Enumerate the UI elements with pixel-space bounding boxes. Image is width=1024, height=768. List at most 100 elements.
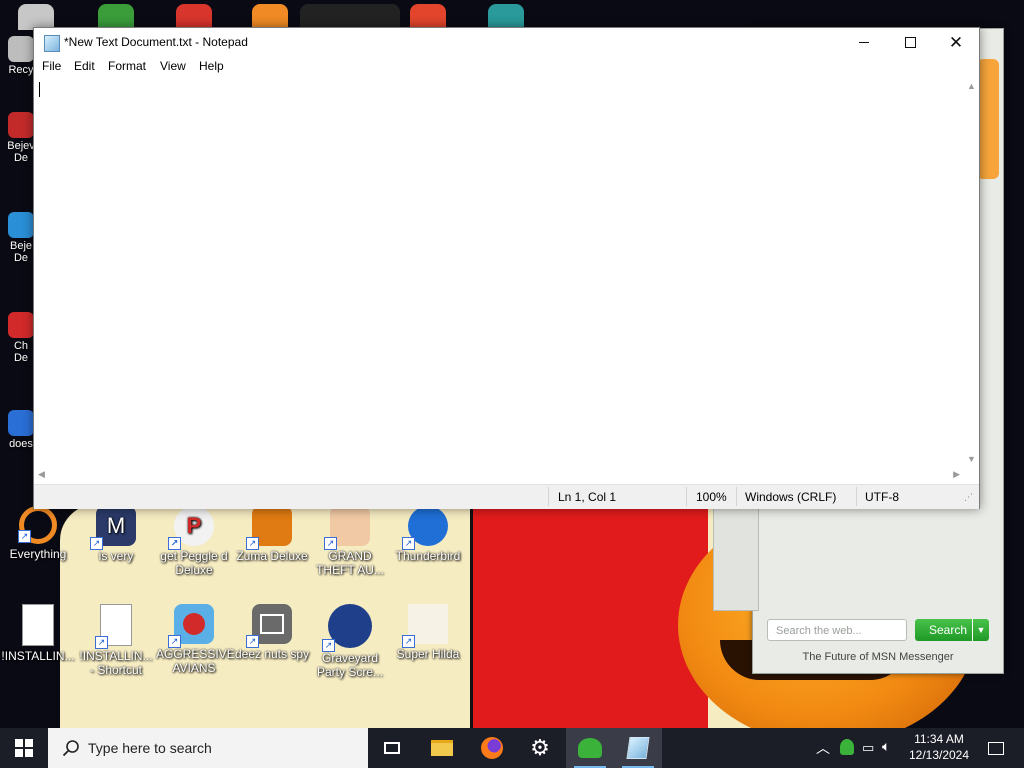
desktop-icon-graveyard-party[interactable]: ↗ Graveyard Party Scre...	[312, 604, 388, 679]
window-title: *New Text Document.txt - Notepad	[64, 35, 248, 49]
desktop-icon-super-hilda[interactable]: ↗ Super Hilda	[390, 604, 466, 661]
zuma-icon: ↗	[246, 506, 292, 550]
taskbar-firefox[interactable]	[468, 728, 516, 768]
search-icon	[62, 740, 79, 757]
chevron-up-icon[interactable]: ︿	[816, 738, 830, 758]
scroll-up-icon[interactable]: ▲	[964, 81, 979, 91]
desktop-icon-deez-nuts-spy[interactable]: ↗ deez nuts spy	[234, 604, 310, 661]
desktop-icon-installin-shortcut[interactable]: ↗ !INSTALLIN... - Shortcut	[78, 604, 154, 677]
msn-search-input[interactable]: Search the web...	[767, 619, 907, 641]
desktop-icon-recycle-bin[interactable]: Recy	[6, 36, 36, 76]
desktop-icon-does[interactable]: does	[6, 410, 36, 450]
chevron-down-icon[interactable]: ▼	[972, 619, 989, 641]
close-button[interactable]: ✕	[933, 28, 979, 57]
desktop-icon-peggle[interactable]: P ↗ get Peggle d Deluxe	[156, 506, 232, 577]
scroll-down-icon[interactable]: ▼	[964, 454, 979, 464]
status-line-ending: Windows (CRLF)	[745, 490, 837, 504]
status-divider	[736, 487, 737, 506]
shortcut-arrow-icon: ↗	[95, 636, 108, 649]
msn-search-button[interactable]: Search ▼	[915, 619, 989, 641]
taskbar-task-view[interactable]	[368, 728, 416, 768]
desktop-icon-label: Super Hilda	[396, 647, 460, 661]
desktop-icon-zuma[interactable]: ↗ Zuma Deluxe	[234, 506, 310, 563]
task-view-icon	[384, 742, 400, 754]
title-bar[interactable]: *New Text Document.txt - Notepad ✕	[34, 28, 979, 57]
menu-edit[interactable]: Edit	[74, 59, 95, 73]
clock[interactable]: 11:34 AM 12/13/2024	[906, 731, 972, 763]
clock-date: 12/13/2024	[908, 748, 970, 762]
close-icon: ✕	[948, 32, 964, 52]
gem-icon	[8, 212, 34, 238]
menu-view[interactable]: View	[160, 59, 186, 73]
status-divider	[856, 487, 857, 506]
minimize-button[interactable]	[841, 28, 887, 57]
scroll-right-icon[interactable]: ▶	[953, 469, 960, 480]
desktop-icon-chuzzle[interactable]: Ch De	[6, 312, 36, 364]
msn-tray-icon[interactable]	[840, 739, 854, 755]
settings-icon: ⚙	[530, 735, 550, 760]
notepad-icon	[626, 737, 650, 759]
desktop-icon-aggressive-avians[interactable]: ↗ AGGRESSIVE AVIANS	[156, 604, 235, 675]
menu-help[interactable]: Help	[199, 59, 224, 73]
status-zoom: 100%	[696, 490, 727, 504]
desktop-icon-label: Thunderbird	[395, 549, 461, 563]
maximize-button[interactable]	[887, 28, 933, 57]
menu-bar: File Edit Format View Help	[34, 57, 979, 77]
firefox-icon	[481, 737, 503, 759]
desktop-icon-label: deez nuts spy	[234, 647, 310, 661]
desktop-icon-installin[interactable]: !INSTALLIN...	[0, 604, 76, 663]
desktop-icon-is-very[interactable]: M ↗ is very	[78, 506, 154, 563]
system-tray: ︿ ▭ 🔈︎	[812, 728, 902, 768]
text-file-icon	[22, 604, 54, 646]
resize-grip-icon[interactable]: ⋰	[964, 492, 973, 503]
angry-bird-icon: ↗	[168, 604, 214, 648]
volume-icon[interactable]: 🔈︎	[882, 738, 890, 755]
horizontal-scrollbar[interactable]: ◀ ▶	[34, 468, 964, 483]
scroll-left-icon[interactable]: ◀	[38, 469, 45, 480]
scrollbar-corner	[964, 468, 979, 483]
status-encoding: UTF-8	[865, 490, 899, 504]
desktop-icon-label: !INSTALLIN...	[1, 649, 75, 663]
notification-center-button[interactable]	[976, 728, 1016, 768]
desktop-icon-bejeweled[interactable]: Bejev De	[6, 112, 36, 164]
desktop-icon-label: Zuma Deluxe	[236, 549, 308, 563]
taskbar-settings[interactable]: ⚙	[516, 728, 564, 768]
desktop-icon-gta[interactable]: ↗ GRAND THEFT AU...	[312, 506, 388, 577]
desktop-icon-label: AGGRESSIVE AVIANS	[156, 647, 235, 675]
notepad-window[interactable]: *New Text Document.txt - Notepad ✕ File …	[33, 27, 980, 509]
status-divider	[686, 487, 687, 506]
shortcut-arrow-icon: ↗	[322, 639, 335, 652]
desktop-icon-label: Everything	[9, 547, 67, 561]
windows-stack-icon: ↗	[246, 604, 292, 648]
menu-format[interactable]: Format	[108, 59, 146, 73]
shortcut-arrow-icon: ↗	[246, 635, 259, 648]
text-caret	[39, 82, 40, 97]
taskbar-msn-messenger[interactable]	[566, 728, 614, 768]
thunderbird-icon: ↗	[402, 506, 448, 550]
shield-icon: M ↗	[90, 506, 136, 550]
anime-girl-icon: ↗	[324, 506, 370, 550]
desktop-icon-label: is very	[98, 549, 134, 563]
peggle-icon: P ↗	[168, 506, 214, 550]
text-editor-area[interactable]	[34, 77, 964, 468]
pixel-character-icon: ↗	[402, 604, 448, 648]
desktop-icon-bejeweled-2[interactable]: Beje De	[6, 212, 36, 264]
taskbar-file-explorer[interactable]	[418, 728, 466, 768]
status-cursor-position: Ln 1, Col 1	[558, 490, 617, 504]
desktop-icon-thunderbird[interactable]: ↗ Thunderbird	[390, 506, 466, 563]
desktop-icon-label: Ch De	[13, 340, 29, 364]
msn-footer-text: The Future of MSN Messenger	[802, 651, 954, 663]
vertical-scrollbar[interactable]: ▲ ▼	[964, 77, 979, 468]
taskbar: Type here to search ⚙ ︿ ▭ 🔈︎ 11:34 AM 12…	[0, 728, 1024, 768]
wallpaper-red-shape	[470, 505, 708, 728]
text-file-icon: ↗	[95, 604, 132, 649]
network-icon[interactable]: ▭	[862, 740, 874, 756]
taskbar-search-placeholder: Type here to search	[88, 740, 212, 756]
taskbar-notepad[interactable]	[614, 728, 662, 768]
start-button[interactable]	[0, 728, 48, 768]
taskbar-search-box[interactable]: Type here to search	[48, 728, 368, 768]
recycle-bin-icon	[8, 36, 34, 62]
desktop-icon-everything[interactable]: ↗ Everything	[0, 506, 76, 561]
desktop-icon-label: Recy	[8, 64, 34, 76]
menu-file[interactable]: File	[42, 59, 61, 73]
